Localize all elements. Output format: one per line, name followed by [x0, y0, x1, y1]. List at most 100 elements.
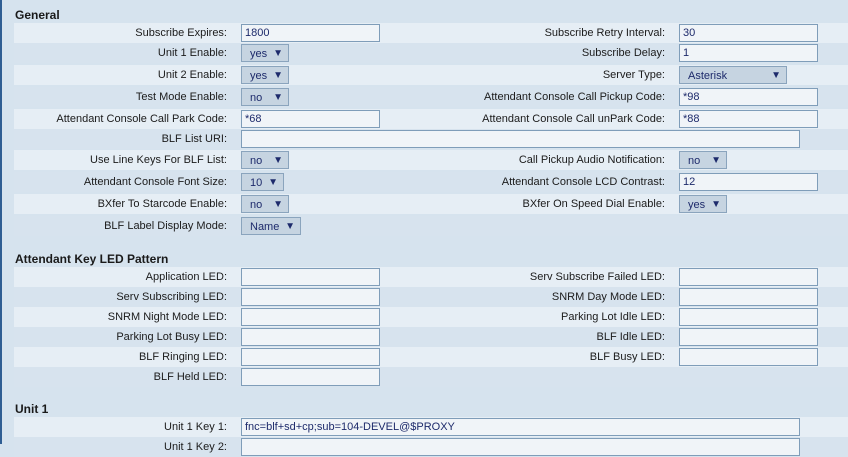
section-title-unit1: Unit 1: [15, 402, 49, 416]
blf-list-uri-input[interactable]: [241, 130, 800, 148]
unit1-key1-label: Unit 1 Key 1:: [164, 421, 227, 433]
application-led-label: Application LED:: [145, 271, 227, 283]
unit2-enable-value: yes: [250, 70, 268, 82]
section-title-led: Attendant Key LED Pattern: [15, 252, 169, 266]
row-test-mode: Test Mode Enable: no ▼ Attendant Console…: [14, 87, 848, 107]
config-panel: General Subscribe Expires: 1800 Subscrib…: [2, 0, 848, 457]
unit2-enable-label: Unit 2 Enable:: [157, 69, 227, 81]
application-led-input[interactable]: [241, 268, 380, 286]
row-application-led: Application LED: Serv Subscribe Failed L…: [14, 267, 848, 287]
unit2-enable-select[interactable]: yes ▼: [241, 66, 289, 84]
row-serv-subscribing-led: Serv Subscribing LED: SNRM Day Mode LED:: [14, 287, 848, 307]
line-keys-blf-value: no: [250, 155, 263, 167]
blf-idle-led-label: BLF Idle LED:: [596, 331, 665, 343]
bxfer-speed-dial-label: BXfer On Speed Dial Enable:: [522, 198, 665, 210]
unit1-key1-input[interactable]: fnc=blf+sd+cp;sub=104-DEVEL@$PROXY: [241, 418, 800, 436]
row-unit1-key2: Unit 1 Key 2:: [14, 437, 848, 457]
row-blf-list-uri: BLF List URI:: [14, 129, 848, 149]
chevron-down-icon: ▼: [273, 199, 283, 210]
serv-subscribing-led-label: Serv Subscribing LED:: [116, 291, 227, 303]
pickup-audio-label: Call Pickup Audio Notification:: [518, 154, 665, 166]
test-mode-label: Test Mode Enable:: [135, 91, 227, 103]
bxfer-starcode-select[interactable]: no ▼: [241, 195, 289, 213]
blf-ringing-led-input[interactable]: [241, 348, 380, 366]
serv-subscribing-led-input[interactable]: [241, 288, 380, 306]
server-type-label: Server Type:: [602, 69, 665, 81]
subscribe-delay-input[interactable]: 1: [679, 44, 818, 62]
lcd-contrast-input[interactable]: 12: [679, 173, 818, 191]
blf-busy-led-input[interactable]: [679, 348, 818, 366]
blf-label-mode-select[interactable]: Name ▼: [241, 217, 301, 235]
unit1-key2-label: Unit 1 Key 2:: [164, 441, 227, 453]
snrm-day-led-input[interactable]: [679, 288, 818, 306]
test-mode-select[interactable]: no ▼: [241, 88, 289, 106]
pickup-audio-value: no: [688, 155, 701, 167]
row-unit1-enable: Unit 1 Enable: yes ▼ Subscribe Delay: 1: [14, 43, 848, 63]
blf-list-uri-label: BLF List URI:: [161, 133, 227, 145]
chevron-down-icon: ▼: [273, 155, 283, 166]
subscribe-retry-label: Subscribe Retry Interval:: [544, 27, 665, 39]
pickup-code-input[interactable]: *98: [679, 88, 818, 106]
server-type-value: Asterisk: [688, 70, 728, 82]
row-park-code: Attendant Console Call Park Code: *68 At…: [14, 109, 848, 129]
pickup-code-label: Attendant Console Call Pickup Code:: [484, 91, 665, 103]
row-unit1-key1: Unit 1 Key 1: fnc=blf+sd+cp;sub=104-DEVE…: [14, 417, 848, 437]
snrm-day-led-label: SNRM Day Mode LED:: [551, 291, 665, 303]
row-snrm-night-led: SNRM Night Mode LED: Parking Lot Idle LE…: [14, 307, 848, 327]
unit1-enable-select[interactable]: yes ▼: [241, 44, 289, 62]
font-size-value: 10: [250, 177, 263, 189]
parking-busy-led-label: Parking Lot Busy LED:: [116, 331, 227, 343]
blf-busy-led-label: BLF Busy LED:: [589, 351, 665, 363]
server-type-select[interactable]: Asterisk ▼: [679, 66, 787, 84]
font-size-select[interactable]: 10 ▼: [241, 173, 284, 191]
serv-sub-failed-led-input[interactable]: [679, 268, 818, 286]
parking-idle-led-label: Parking Lot Idle LED:: [561, 311, 665, 323]
snrm-night-led-input[interactable]: [241, 308, 380, 326]
row-blf-label-mode: BLF Label Display Mode: Name ▼: [14, 216, 848, 236]
serv-sub-failed-led-label: Serv Subscribe Failed LED:: [529, 271, 665, 283]
chevron-down-icon: ▼: [771, 70, 781, 81]
chevron-down-icon: ▼: [711, 199, 721, 210]
chevron-down-icon: ▼: [273, 92, 283, 103]
bxfer-speed-dial-value: yes: [688, 199, 706, 211]
unit1-enable-label: Unit 1 Enable:: [157, 47, 227, 59]
chevron-down-icon: ▼: [711, 155, 721, 166]
blf-label-mode-label: BLF Label Display Mode:: [104, 220, 227, 232]
blf-held-led-label: BLF Held LED:: [153, 371, 227, 383]
line-keys-blf-select[interactable]: no ▼: [241, 151, 289, 169]
bxfer-starcode-value: no: [250, 199, 263, 211]
chevron-down-icon: ▼: [285, 221, 295, 232]
subscribe-expires-label: Subscribe Expires:: [135, 27, 227, 39]
blf-held-led-input[interactable]: [241, 368, 380, 386]
test-mode-value: no: [250, 92, 263, 104]
blf-label-mode-value: Name: [250, 221, 280, 233]
bxfer-speed-dial-select[interactable]: yes ▼: [679, 195, 727, 213]
subscribe-expires-input[interactable]: 1800: [241, 24, 380, 42]
parking-busy-led-input[interactable]: [241, 328, 380, 346]
pickup-audio-select[interactable]: no ▼: [679, 151, 727, 169]
chevron-down-icon: ▼: [268, 177, 278, 188]
unpark-code-label: Attendant Console Call unPark Code:: [482, 113, 665, 125]
snrm-night-led-label: SNRM Night Mode LED:: [107, 311, 227, 323]
section-title-general: General: [15, 8, 60, 22]
row-font-size: Attendant Console Font Size: 10 ▼ Attend…: [14, 172, 848, 192]
row-blf-ringing-led: BLF Ringing LED: BLF Busy LED:: [14, 347, 848, 367]
parking-idle-led-input[interactable]: [679, 308, 818, 326]
row-unit2-enable: Unit 2 Enable: yes ▼ Server Type: Asteri…: [14, 65, 848, 85]
row-blf-held-led: BLF Held LED:: [14, 367, 848, 387]
bxfer-starcode-label: BXfer To Starcode Enable:: [97, 198, 227, 210]
blf-idle-led-input[interactable]: [679, 328, 818, 346]
chevron-down-icon: ▼: [273, 48, 283, 59]
subscribe-delay-label: Subscribe Delay:: [581, 47, 665, 59]
chevron-down-icon: ▼: [273, 70, 283, 81]
subscribe-retry-input[interactable]: 30: [679, 24, 818, 42]
unit1-enable-value: yes: [250, 48, 268, 60]
font-size-label: Attendant Console Font Size:: [83, 176, 227, 188]
unpark-code-input[interactable]: *88: [679, 110, 818, 128]
park-code-input[interactable]: *68: [241, 110, 380, 128]
unit1-key2-input[interactable]: [241, 438, 800, 456]
blf-ringing-led-label: BLF Ringing LED:: [138, 351, 227, 363]
row-subscribe-expires: Subscribe Expires: 1800 Subscribe Retry …: [14, 23, 848, 43]
park-code-label: Attendant Console Call Park Code:: [56, 113, 227, 125]
row-parking-busy-led: Parking Lot Busy LED: BLF Idle LED:: [14, 327, 848, 347]
